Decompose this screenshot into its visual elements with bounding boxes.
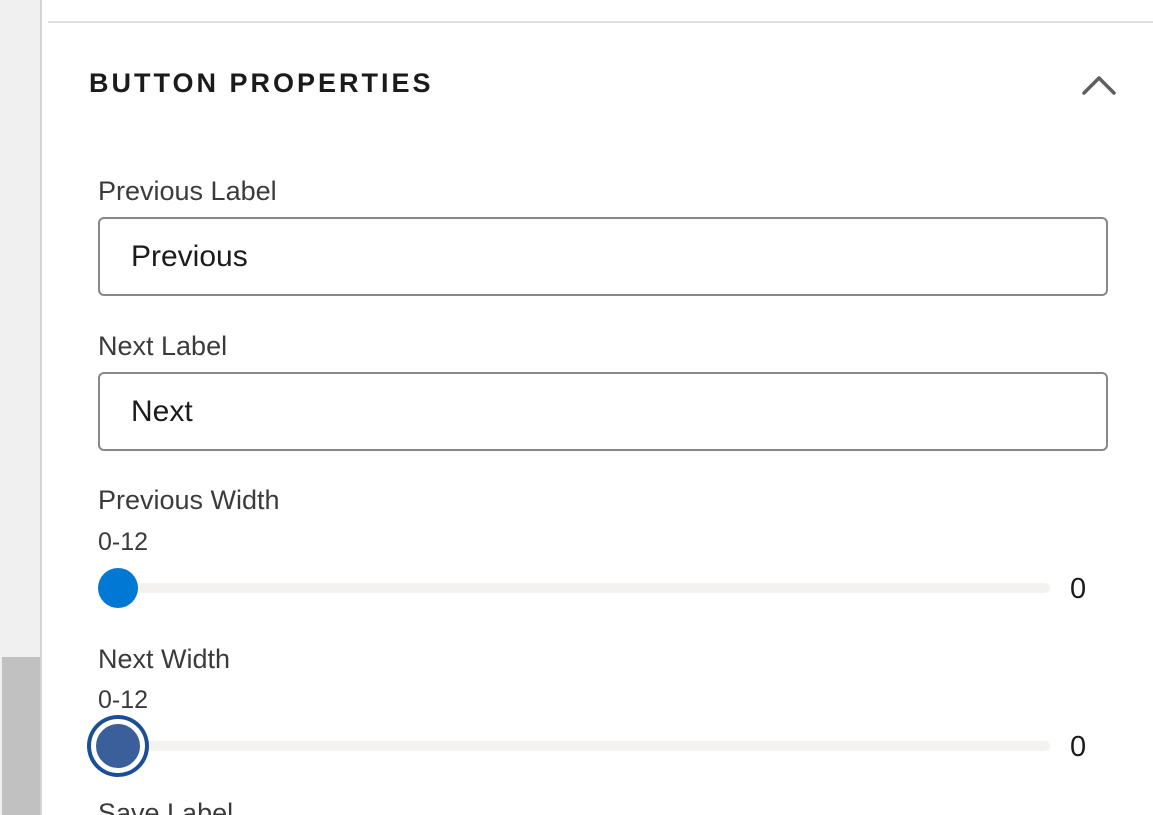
- properties-panel: BUTTON PROPERTIES Previous Label Next La…: [44, 0, 1153, 815]
- slider-thumb[interactable]: [98, 568, 138, 608]
- previous-width-label: Previous Width: [98, 485, 280, 515]
- scrollbar-thumb[interactable]: [2, 657, 40, 815]
- properties-panel-page: BUTTON PROPERTIES Previous Label Next La…: [0, 0, 1153, 815]
- previous-label-field-label: Previous Label: [98, 176, 277, 206]
- slider-track: [98, 741, 1050, 751]
- next-width-label: Next Width: [98, 644, 231, 674]
- next-label-field-label: Next Label: [98, 331, 228, 361]
- section-title: BUTTON PROPERTIES: [89, 68, 434, 98]
- next-width-value: 0: [1070, 731, 1087, 763]
- scrollbar[interactable]: [0, 0, 42, 815]
- next-width-slider[interactable]: [91, 719, 1050, 773]
- next-label-input[interactable]: [98, 372, 1108, 451]
- next-width-range-hint: 0-12: [98, 686, 149, 714]
- previous-width-slider[interactable]: [98, 568, 1050, 608]
- save-label-field-label: Save Label: [98, 798, 234, 815]
- previous-label-input[interactable]: [98, 217, 1108, 296]
- previous-width-range-hint: 0-12: [98, 528, 149, 556]
- slider-thumb-focused[interactable]: [91, 719, 145, 773]
- slider-track: [98, 583, 1050, 593]
- collapse-section-button[interactable]: [1078, 66, 1120, 104]
- chevron-up-icon: [1082, 76, 1116, 95]
- previous-width-value: 0: [1070, 573, 1087, 605]
- divider: [48, 21, 1153, 23]
